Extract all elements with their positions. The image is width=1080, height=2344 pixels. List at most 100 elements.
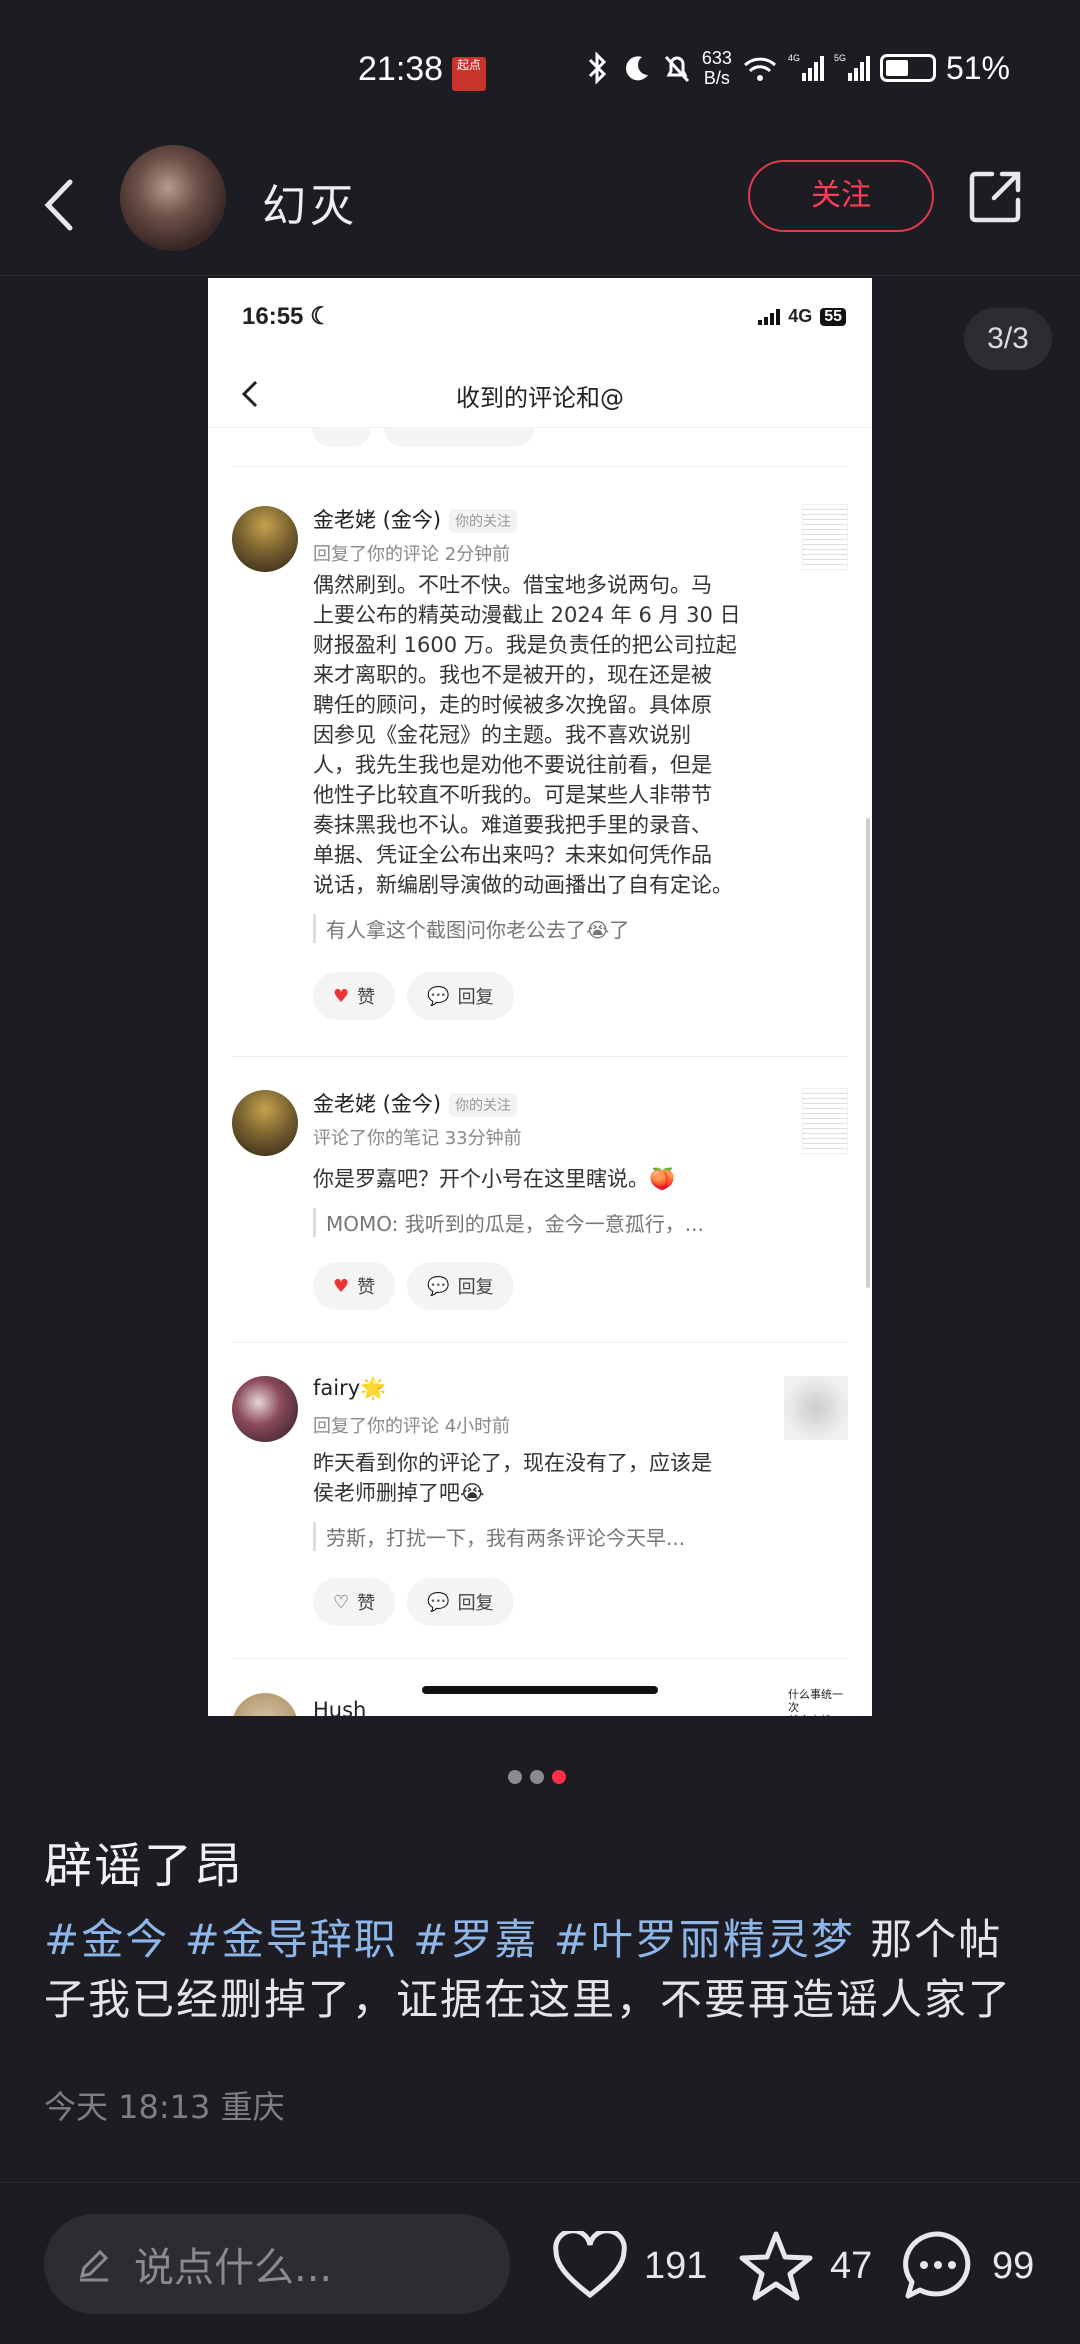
home-indicator	[422, 1686, 658, 1694]
heart-filled-icon: ♥	[333, 985, 350, 1007]
inner-status-time: 16:55 ☾	[242, 303, 332, 330]
avatar	[232, 1090, 298, 1156]
comment-author: Hush	[313, 1698, 367, 1716]
previous-action-pill	[384, 428, 534, 446]
app-notification-icon: 起点	[452, 57, 486, 91]
reply-icon: 💬	[427, 985, 450, 1007]
back-button[interactable]	[36, 170, 84, 240]
heart-outline-icon: ♡	[333, 1591, 350, 1613]
previous-action-pill	[312, 428, 370, 446]
comment-actions: ♥ 赞 💬 回复	[313, 972, 514, 1020]
heart-filled-icon: ♥	[333, 1275, 350, 1297]
post-image[interactable]: 16:55 ☾ 4G 55 收到的评论和@ 金老姥 (金今) 你的关注 回复了你的…	[208, 278, 872, 1716]
comment-body: 偶然刷到。不吐不快。借宝地多说两句。马 上要公布的精英动漫截止 2024 年 6…	[313, 573, 741, 897]
wifi-icon	[743, 57, 776, 81]
author-avatar[interactable]	[120, 145, 226, 251]
comment-author: 金老姥 (金今) 你的关注	[313, 504, 518, 534]
comment-input-placeholder: 说点什么...	[134, 2245, 333, 2291]
comment-body: 你是罗嘉吧？开个小号在这里瞎说。🍑	[313, 1167, 676, 1191]
comment-meta: 回复了你的评论 4小时前	[313, 1416, 511, 1437]
heart-icon	[553, 2231, 627, 2299]
comment-meta: 评论了你的笔记 33分钟前	[313, 1128, 522, 1149]
avatar	[232, 1376, 298, 1442]
comment-quote: 劳斯，打扰一下，我有两条评论今天早...	[313, 1522, 763, 1551]
network-speed: 633 B/s	[701, 48, 732, 88]
note-thumbnail	[802, 1088, 848, 1154]
image-pagination	[508, 1770, 566, 1784]
pencil-icon	[79, 2249, 109, 2282]
like-button: ♥ 赞	[313, 1262, 396, 1310]
battery-percent: 51%	[945, 49, 1010, 86]
hashtag-link[interactable]: #叶罗丽精灵梦	[554, 1915, 855, 1964]
inner-nav-title: 收到的评论和@	[456, 384, 624, 412]
divider	[232, 1658, 848, 1659]
svg-text:5G: 5G	[834, 53, 846, 63]
hashtag-link[interactable]: #罗嘉	[413, 1915, 538, 1964]
reply-button: 💬 回复	[407, 1578, 514, 1626]
post-title: 辟谣了昂	[44, 1838, 245, 1894]
comment-actions: ♥ 赞 💬 回复	[313, 1262, 514, 1310]
like-count: 191	[644, 2244, 708, 2287]
status-bar: 21:38 起点 633 B/s 4G 5G 51%	[0, 0, 1080, 140]
divider	[232, 1342, 848, 1343]
inner-battery: 55	[820, 307, 846, 326]
note-thumbnail	[802, 504, 848, 570]
comment-author: fairy🌟	[313, 1376, 387, 1400]
avatar	[232, 1693, 298, 1716]
comment-actions: ♡ 赞 💬 回复	[313, 1578, 514, 1626]
reply-button: 💬 回复	[407, 1262, 514, 1310]
favorite-button[interactable]: 47	[738, 2222, 872, 2310]
comment-quote: 有人拿这个截图问你老公去了😭了	[313, 914, 763, 943]
post-body: #金今 #金导辞职 #罗嘉 #叶罗丽精灵梦 那个帖子我已经删掉了，证据在这里，不…	[44, 1910, 1044, 2030]
like-button: ♡ 赞	[313, 1578, 396, 1626]
reply-icon: 💬	[427, 1591, 450, 1613]
inner-status-bar: 16:55 ☾ 4G 55	[208, 278, 872, 358]
comment-input[interactable]: 说点什么...	[44, 2214, 510, 2314]
battery-fill	[885, 60, 908, 76]
scroll-indicator	[866, 818, 870, 1288]
bluetooth-icon	[588, 51, 607, 85]
follow-tag: 你的关注	[449, 1093, 518, 1117]
comment-quote: MOMO: 我听到的瓜是，金今一意孤行，...	[313, 1208, 763, 1237]
status-time: 21:38	[358, 50, 444, 88]
svg-text:4G: 4G	[788, 53, 800, 63]
hashtag-link[interactable]: #金导辞职	[185, 1915, 398, 1964]
moon-icon: ☾	[310, 303, 332, 330]
comment-bubble-icon	[903, 2231, 971, 2299]
comment-count: 99	[992, 2244, 1035, 2287]
page-dot	[508, 1770, 522, 1784]
comment-button[interactable]: 99	[900, 2222, 1034, 2310]
post-meta: 今天 18:13 重庆	[44, 2088, 285, 2126]
follow-button[interactable]: 关注	[748, 160, 934, 232]
follow-tag: 你的关注	[449, 509, 518, 533]
battery-icon	[879, 54, 936, 82]
inner-status-icons: 4G 55	[758, 306, 846, 327]
star-icon	[739, 2231, 813, 2301]
signal-5g-icon: 5G	[834, 53, 870, 81]
like-button: ♥ 赞	[313, 972, 396, 1020]
share-icon[interactable]	[966, 166, 1026, 226]
signal-4g-icon: 4G	[788, 53, 824, 81]
divider	[0, 2182, 1080, 2183]
image-counter: 3/3	[964, 308, 1052, 370]
favorite-count: 47	[830, 2244, 873, 2287]
status-icons: 633 B/s 4G 5G 51%	[582, 48, 1010, 88]
hashtag-link[interactable]: #金今	[44, 1915, 169, 1964]
mute-bell-icon	[664, 55, 690, 83]
comment-meta: 回复了你的评论 2分钟前	[313, 544, 511, 565]
page-dot	[530, 1770, 544, 1784]
comment-body: 昨天看到你的评论了，现在没有了，应该是 侯老师删掉了吧😭	[313, 1451, 712, 1505]
reply-icon: 💬	[427, 1275, 450, 1297]
divider	[232, 1056, 848, 1057]
note-thumbnail	[784, 1376, 848, 1440]
avatar	[232, 506, 298, 572]
inner-network: 4G	[788, 306, 813, 326]
note-thumbnail: 什么事统一次 就会上榜?	[788, 1688, 843, 1716]
inner-nav-bar: 收到的评论和@	[208, 358, 872, 428]
page-dot-active	[552, 1770, 566, 1784]
signal-icon	[758, 308, 781, 325]
like-button[interactable]: 191	[552, 2222, 707, 2310]
moon-icon	[625, 56, 648, 81]
divider	[232, 466, 848, 467]
author-name[interactable]: 幻灭	[262, 170, 358, 234]
